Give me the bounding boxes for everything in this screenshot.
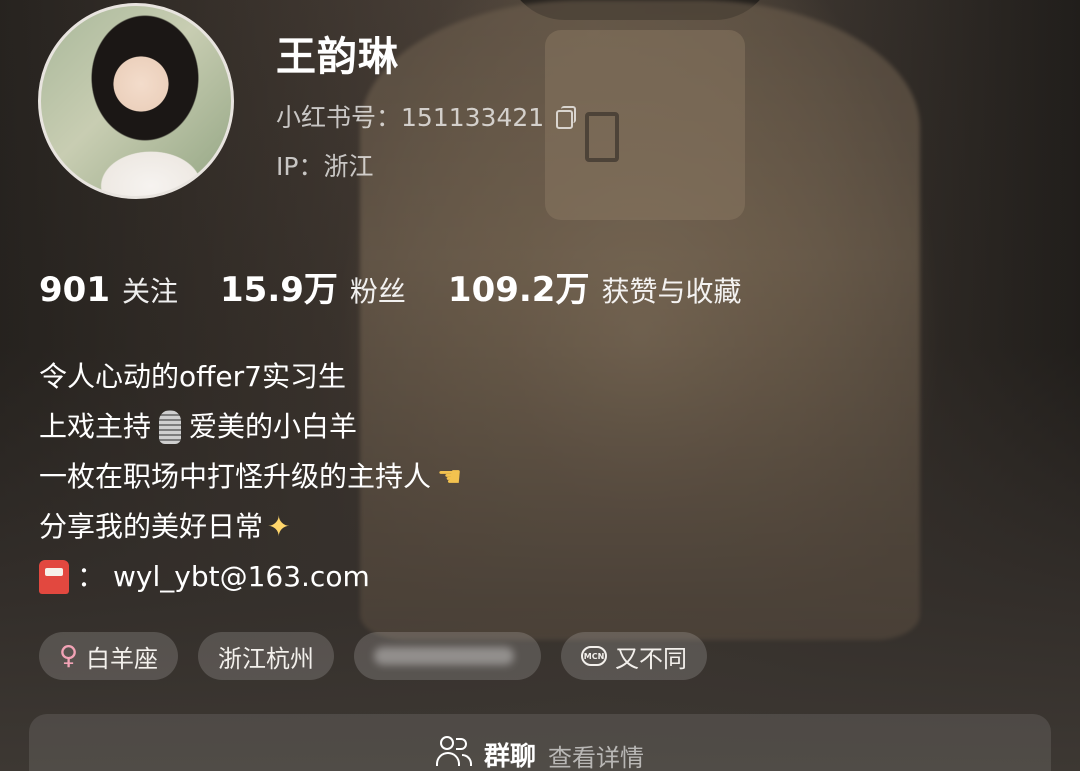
bio-text: ： [77,560,106,593]
bio-line: 令人心动的offer7实习生 [39,352,462,402]
tag-label: 又不同 [615,644,688,673]
stat-value: 15.9万 [220,270,338,310]
female-icon: ♀ [59,641,79,671]
microphone-icon [159,410,182,444]
tag-label: 浙江杭州 [218,644,315,673]
bio-line: ： wyl_ybt@163.com [39,552,462,602]
blurred-content [374,647,515,665]
xhs-id-row[interactable]: 小红书号：151133421 [276,98,577,134]
bio-text: 爱美的小白羊 [189,410,358,443]
bio-text: 令人心动的offer7实习生 [39,360,346,393]
stat-label: 粉丝 [349,275,406,308]
stat-followers[interactable]: 15.9万 粉丝 [220,262,406,311]
sparkles-icon: ✦ [267,510,291,543]
stat-value: 109.2万 [447,270,590,310]
tag-mcn[interactable]: MCN 又不同 [561,632,708,680]
group-icon [435,736,472,766]
bio-line: 一枚在职场中打怪升级的主持人 ☚ [39,452,462,502]
bio-text: 分享我的美好日常 [39,510,264,543]
stat-value: 901 [39,270,110,310]
bio-line: 分享我的美好日常 ✦ [39,502,462,552]
bio-text: 上戏主持 [39,410,152,443]
tag-label: 白羊座 [86,644,159,673]
copy-icon[interactable] [554,105,577,129]
bio-line: 上戏主持 爱美的小白羊 [39,402,462,452]
background-buckle [585,112,619,162]
stat-label: 获赞与收藏 [601,275,742,308]
tag-zodiac[interactable]: ♀ 白羊座 [39,632,179,680]
pointing-hand-icon: ☚ [437,460,463,493]
stat-likes-collections[interactable]: 109.2万 获赞与收藏 [448,262,742,311]
stat-label: 关注 [121,275,178,308]
tag-blurred[interactable] [354,632,542,680]
bio: 令人心动的offer7实习生 上戏主持 爱美的小白羊 一枚在职场中打怪升级的主持… [39,352,462,602]
profile-name: 王韵琳 [276,34,399,80]
mcn-icon: MCN [581,646,608,666]
bio-text: 一枚在职场中打怪升级的主持人 [39,460,432,493]
tag-row: ♀ 白羊座 浙江杭州 MCN 又不同 [39,632,708,680]
xhs-id-label: 小红书号：151133421 [276,103,545,132]
email-text: wyl_ybt@163.com [113,560,370,593]
group-chat-action: 查看详情 [548,744,644,771]
ip-location: IP：浙江 [276,152,374,181]
tag-location[interactable]: 浙江杭州 [198,632,335,680]
group-chat-title: 群聊 [483,742,536,771]
group-chat-bar[interactable]: 群聊 查看详情 [29,714,1051,771]
stat-following[interactable]: 901 关注 [39,270,178,310]
mailbox-icon [39,560,69,594]
avatar[interactable] [38,3,234,199]
stats-row: 901 关注 15.9万 粉丝 109.2万 获赞与收藏 [39,262,783,311]
